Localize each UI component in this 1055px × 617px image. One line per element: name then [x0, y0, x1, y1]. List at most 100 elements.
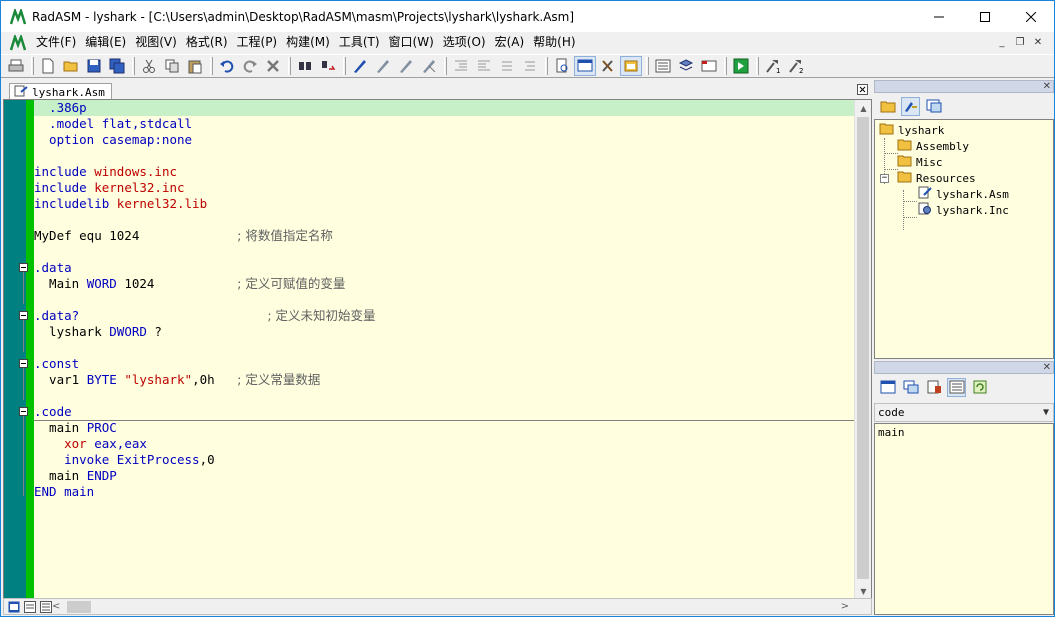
tree-item-file-inc[interactable]: lyshark.Inc	[917, 202, 1009, 218]
tree-item-folder-assembly[interactable]: Assembly	[897, 138, 969, 154]
fold-collapse-icon[interactable]	[19, 311, 28, 320]
document-list-icon[interactable]	[924, 378, 943, 397]
menu-tools[interactable]: 工具(T)	[335, 32, 384, 53]
fold-collapse-icon[interactable]	[19, 359, 28, 368]
view-mode-3-icon[interactable]	[39, 600, 52, 613]
menu-macro[interactable]: 宏(A)	[491, 32, 529, 53]
code-line[interactable]: .data? ; 定义未知初始变量	[34, 308, 376, 324]
menu-edit[interactable]: 编辑(E)	[81, 32, 130, 53]
go-button[interactable]: 2	[785, 56, 807, 76]
code-line[interactable]: var1 BYTE "lyshark",0h ; 定义常量数据	[34, 372, 320, 388]
menu-options[interactable]: 选项(O)	[439, 32, 490, 53]
refresh-icon[interactable]	[970, 378, 989, 397]
code-text[interactable]: .386p .model flat,stdcall option casemap…	[34, 100, 855, 598]
collapse-toggle-icon[interactable]: −	[880, 174, 889, 183]
code-line[interactable]: MyDef equ 1024 ; 将数值指定名称	[34, 228, 333, 244]
copy-button[interactable]	[161, 56, 183, 76]
tools-button[interactable]	[597, 56, 619, 76]
mdi-doc-icon[interactable]	[9, 32, 27, 51]
horizontal-scroll-thumb[interactable]	[67, 601, 91, 613]
cut-button[interactable]	[138, 56, 160, 76]
code-line[interactable]: END main	[34, 484, 94, 500]
close-document-icon[interactable]	[857, 84, 868, 95]
delete-button[interactable]	[262, 56, 284, 76]
menu-project[interactable]: 工程(P)	[233, 32, 282, 53]
code-line[interactable]: .386p	[34, 100, 87, 116]
scroll-left-icon[interactable]: <	[52, 599, 60, 614]
project-view-icon[interactable]	[901, 96, 920, 116]
tree-item-folder-resources[interactable]: Resources	[897, 170, 976, 186]
redo-button[interactable]	[239, 56, 261, 76]
code-line[interactable]: xor eax,eax	[34, 436, 147, 452]
file-view-icon[interactable]	[878, 97, 897, 116]
code-line[interactable]: .code	[34, 404, 72, 420]
replace-button[interactable]	[317, 56, 339, 76]
code-line[interactable]: Main WORD 1024 ; 定义可赋值的变量	[34, 276, 345, 292]
comment-button[interactable]	[496, 56, 518, 76]
tab-lyshark-asm[interactable]: lyshark.Asm	[9, 83, 112, 100]
bookmark-prev-button[interactable]	[395, 56, 417, 76]
undo-button[interactable]	[216, 56, 238, 76]
properties-list[interactable]: main	[874, 423, 1054, 615]
explorer-view-icon[interactable]	[924, 97, 943, 116]
tab-window-button[interactable]	[698, 56, 720, 76]
close-panel-icon[interactable]: ✕	[1043, 362, 1051, 373]
outdent-button[interactable]	[473, 56, 495, 76]
open-file-button[interactable]	[60, 56, 82, 76]
print-button[interactable]	[5, 56, 27, 76]
code-line[interactable]: invoke ExitProcess,0	[34, 452, 215, 468]
output-window-button[interactable]	[652, 56, 674, 76]
code-line[interactable]: lyshark DWORD ?	[34, 324, 162, 340]
view-mode-2-icon[interactable]	[23, 600, 36, 613]
bookmark-next-button[interactable]	[372, 56, 394, 76]
stack-button[interactable]	[675, 56, 697, 76]
menu-view[interactable]: 视图(V)	[131, 32, 181, 53]
scroll-up-icon[interactable]: ▲	[855, 100, 871, 117]
code-line[interactable]: .const	[34, 356, 79, 372]
scroll-right-icon[interactable]: >	[841, 599, 849, 614]
tree-item-file-asm[interactable]: lyshark.Asm	[917, 186, 1009, 202]
mdi-minimize-button[interactable]: _	[994, 35, 1010, 50]
print-preview-button[interactable]	[551, 56, 573, 76]
list-item[interactable]: main	[878, 426, 905, 440]
tree-item-project-root[interactable]: lyshark	[879, 122, 944, 138]
bookmark-clear-button[interactable]	[418, 56, 440, 76]
project-tree[interactable]: lyshark Assembly Misc − Resources lyshar…	[874, 119, 1054, 359]
mdi-restore-button[interactable]: ❐	[1012, 35, 1028, 50]
tree-item-folder-misc[interactable]: Misc	[897, 154, 943, 170]
code-list-icon[interactable]	[947, 377, 966, 397]
minimize-button[interactable]	[916, 1, 962, 32]
scroll-down-icon[interactable]: ▼	[855, 583, 871, 598]
code-line[interactable]: include windows.inc	[34, 164, 177, 180]
code-line[interactable]: main PROC	[34, 420, 117, 436]
mdi-close-button[interactable]: ✕	[1030, 35, 1046, 50]
uncomment-button[interactable]	[519, 56, 541, 76]
code-line[interactable]: .model flat,stdcall	[34, 116, 192, 132]
menu-window[interactable]: 窗口(W)	[385, 32, 438, 53]
code-line[interactable]: .data	[34, 260, 72, 276]
maximize-button[interactable]	[962, 1, 1008, 32]
menu-build[interactable]: 构建(M)	[282, 32, 334, 53]
paste-button[interactable]	[184, 56, 206, 76]
code-line[interactable]: includelib kernel32.lib	[34, 196, 207, 212]
view-mode-1-icon[interactable]	[7, 600, 20, 613]
menu-file[interactable]: 文件(F)	[32, 32, 80, 53]
properties-type-select[interactable]: code ▼	[874, 403, 1054, 422]
run-button[interactable]	[730, 56, 752, 76]
save-all-button[interactable]	[106, 56, 128, 76]
code-line[interactable]: option casemap:none	[34, 132, 192, 148]
fold-collapse-icon[interactable]	[19, 407, 28, 416]
bookmark-toggle-button[interactable]	[349, 56, 371, 76]
chevron-down-icon[interactable]: ▼	[1043, 404, 1049, 421]
menu-format[interactable]: 格式(R)	[182, 32, 232, 53]
project-view-toggle-button[interactable]	[574, 56, 596, 76]
close-button[interactable]	[1008, 1, 1054, 32]
code-line[interactable]: include kernel32.inc	[34, 180, 185, 196]
menu-help[interactable]: 帮助(H)	[529, 32, 579, 53]
indent-button[interactable]	[450, 56, 472, 76]
close-panel-icon[interactable]: ✕	[1043, 81, 1051, 92]
fold-collapse-icon[interactable]	[19, 263, 28, 272]
save-button[interactable]	[83, 56, 105, 76]
cascade-view-icon[interactable]	[901, 378, 920, 397]
vertical-scrollbar[interactable]: ▲ ▼	[854, 100, 871, 598]
